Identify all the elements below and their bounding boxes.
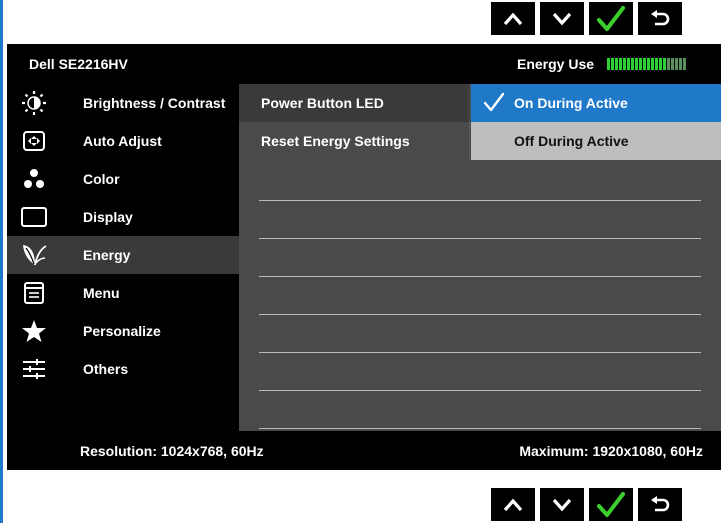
menu-item-color[interactable]: Color	[7, 160, 239, 198]
energy-meter-bar	[659, 58, 662, 70]
up-button[interactable]	[491, 2, 535, 35]
energy-meter-bar	[683, 58, 686, 70]
star-icon	[22, 320, 46, 342]
ok-button[interactable]	[589, 488, 633, 521]
menu-item-display[interactable]: Display	[7, 198, 239, 236]
checkmark-icon	[597, 491, 625, 517]
menu-label: Personalize	[83, 323, 161, 339]
energy-meter-bar	[679, 58, 682, 70]
down-button[interactable]	[540, 2, 584, 35]
row-divider	[259, 238, 701, 239]
display-icon	[21, 207, 47, 227]
main-menu: Brightness / Contrast Auto Adjust Color …	[7, 84, 239, 431]
top-nav-buttons	[491, 2, 682, 35]
maximum-resolution: Maximum: 1920x1080, 60Hz	[519, 443, 703, 459]
energy-meter-bar	[655, 58, 658, 70]
energy-meter-bar	[615, 58, 618, 70]
energy-meter-bar	[663, 58, 666, 70]
option-label: Off During Active	[514, 133, 629, 149]
option-label: On During Active	[514, 95, 628, 111]
option-on-during-active[interactable]: On During Active	[471, 84, 721, 122]
submenu-item-reset-energy-settings[interactable]: Reset Energy Settings	[239, 122, 469, 160]
menu-label: Energy	[83, 247, 131, 263]
menu-label: Color	[83, 171, 120, 187]
up-button[interactable]	[491, 488, 535, 521]
ok-button[interactable]	[589, 2, 633, 35]
row-divider	[259, 428, 701, 429]
back-button[interactable]	[638, 488, 682, 521]
energy-meter-bar	[623, 58, 626, 70]
menu-label: Brightness / Contrast	[83, 95, 226, 111]
brightness-icon	[22, 91, 46, 115]
energy-meter-bar	[651, 58, 654, 70]
row-divider	[259, 200, 701, 201]
energy-meter-bar	[671, 58, 674, 70]
energy-meter-bar	[667, 58, 670, 70]
menu-icon	[24, 282, 44, 304]
row-divider	[259, 390, 701, 391]
checkmark-icon	[483, 92, 505, 112]
row-divider	[259, 352, 701, 353]
energy-use-meter	[607, 58, 686, 70]
energy-leaf-icon	[23, 245, 47, 266]
energy-meter-bar	[647, 58, 650, 70]
energy-use-label: Energy Use	[517, 56, 595, 72]
monitor-model: Dell SE2216HV	[29, 56, 128, 72]
submenu-label: Reset Energy Settings	[261, 133, 410, 149]
chevron-up-icon	[503, 12, 523, 25]
energy-meter-bar	[643, 58, 646, 70]
row-divider	[259, 314, 701, 315]
menu-item-personalize[interactable]: Personalize	[7, 312, 239, 350]
chevron-down-icon	[552, 498, 572, 511]
menu-label: Menu	[83, 285, 120, 301]
menu-item-auto-adjust[interactable]: Auto Adjust	[7, 122, 239, 160]
menu-item-brightness-contrast[interactable]: Brightness / Contrast	[7, 84, 239, 122]
osd-footer: Resolution: 1024x768, 60Hz Maximum: 1920…	[7, 431, 721, 470]
energy-meter-bar	[627, 58, 630, 70]
color-icon	[24, 169, 44, 188]
auto-adjust-icon	[23, 131, 45, 151]
submenu-divider	[469, 122, 470, 160]
osd-panel: Dell SE2216HV Energy Use Brightness / Co…	[7, 44, 721, 470]
menu-label: Others	[83, 361, 129, 377]
menu-item-others[interactable]: Others	[7, 350, 239, 388]
menu-label: Auto Adjust	[83, 133, 162, 149]
return-arrow-icon	[651, 495, 670, 511]
current-resolution: Resolution: 1024x768, 60Hz	[80, 443, 264, 459]
sliders-icon	[23, 359, 45, 379]
back-button[interactable]	[638, 2, 682, 35]
menu-item-energy[interactable]: Energy	[7, 236, 239, 274]
return-arrow-icon	[651, 9, 670, 25]
submenu-item-power-button-led[interactable]: Power Button LED	[239, 84, 469, 122]
energy-meter-bar	[607, 58, 610, 70]
submenu-label: Power Button LED	[261, 95, 384, 111]
energy-meter-bar	[631, 58, 634, 70]
energy-meter-bar	[675, 58, 678, 70]
energy-meter-bar	[639, 58, 642, 70]
checkmark-icon	[597, 5, 625, 31]
chevron-up-icon	[503, 498, 523, 511]
down-button[interactable]	[540, 488, 584, 521]
energy-meter-bar	[635, 58, 638, 70]
bottom-nav-buttons	[491, 488, 682, 521]
energy-meter-bar	[619, 58, 622, 70]
chevron-down-icon	[552, 12, 572, 25]
option-off-during-active[interactable]: Off During Active	[471, 122, 721, 160]
energy-settings-panel: Power Button LED Reset Energy Settings O…	[239, 84, 721, 431]
energy-meter-bar	[611, 58, 614, 70]
menu-label: Display	[83, 209, 133, 225]
row-divider	[259, 276, 701, 277]
osd-title-bar: Dell SE2216HV Energy Use	[7, 44, 721, 84]
left-border	[0, 0, 3, 523]
menu-item-menu[interactable]: Menu	[7, 274, 239, 312]
